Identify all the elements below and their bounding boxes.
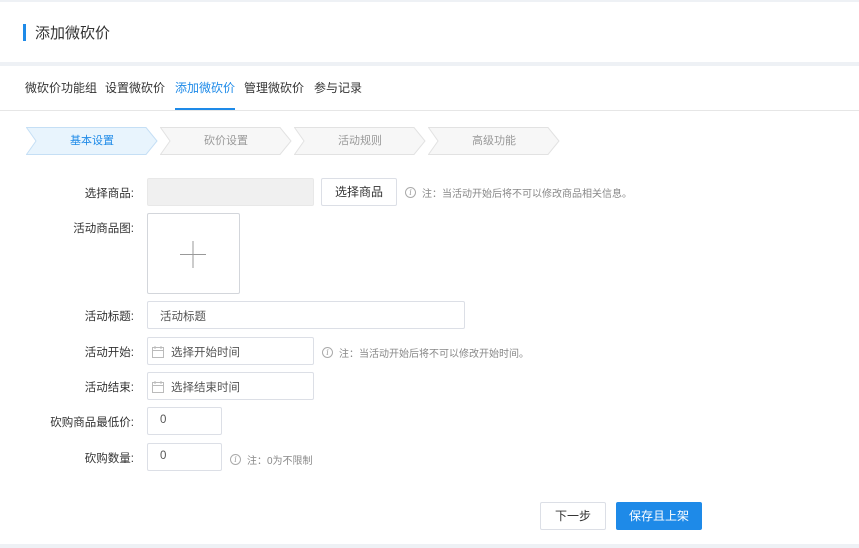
start-label: 活动开始: (84, 347, 134, 359)
quantity-hint-text: 注：0为不限制 (247, 456, 313, 467)
info-icon: i (230, 454, 241, 465)
end-placeholder: 选择结束时间 (171, 382, 240, 394)
product-label: 选择商品: (84, 188, 134, 200)
next-step-button[interactable]: 下一步 (540, 502, 606, 530)
main-panel: 微砍价功能组 设置微砍价 添加微砍价 管理微砍价 参与记录 基本设置 砍价设置 … (0, 66, 859, 544)
title-label: 活动标题: (84, 311, 134, 323)
step-rules[interactable]: 活动规则 (294, 127, 426, 155)
step-progress: 基本设置 砍价设置 活动规则 高级功能 (26, 127, 566, 155)
calendar-icon (152, 346, 164, 358)
calendar-icon (152, 381, 164, 393)
min-price-input[interactable]: 0 (147, 407, 222, 435)
start-hint: i 注：当活动开始后将不可以修改开始时间。 (322, 345, 529, 360)
tab-records[interactable]: 参与记录 (314, 80, 362, 110)
quantity-hint: i 注：0为不限制 (230, 452, 313, 467)
info-icon: i (322, 347, 333, 358)
step-advanced[interactable]: 高级功能 (428, 127, 560, 155)
start-date-input[interactable]: 选择开始时间 (147, 337, 314, 365)
step-label: 高级功能 (472, 135, 516, 147)
product-field[interactable] (147, 178, 314, 206)
info-icon: i (405, 187, 416, 198)
product-hint-text: 注：当活动开始后将不可以修改商品相关信息。 (422, 189, 632, 200)
quantity-input[interactable]: 0 (147, 443, 222, 471)
tab-manage[interactable]: 管理微砍价 (244, 80, 304, 110)
quantity-label: 砍购数量: (84, 453, 134, 465)
tab-bar: 微砍价功能组 设置微砍价 添加微砍价 管理微砍价 参与记录 (0, 66, 859, 111)
product-hint: i 注：当活动开始后将不可以修改商品相关信息。 (405, 185, 632, 200)
step-label: 基本设置 (70, 135, 114, 147)
title-input[interactable]: 活动标题 (147, 301, 465, 329)
end-label: 活动结束: (84, 382, 134, 394)
tab-feature-group[interactable]: 微砍价功能组 (25, 80, 97, 110)
image-upload[interactable] (147, 213, 240, 294)
min-price-label: 砍购商品最低价: (50, 417, 134, 429)
min-price-value: 0 (160, 414, 167, 426)
end-date-input[interactable]: 选择结束时间 (147, 372, 314, 400)
tab-settings[interactable]: 设置微砍价 (105, 80, 165, 110)
step-bargain[interactable]: 砍价设置 (160, 127, 292, 155)
step-label: 砍价设置 (204, 135, 248, 147)
page-title: 添加微砍价 (35, 25, 111, 42)
step-label: 活动规则 (338, 135, 382, 147)
select-product-button[interactable]: 选择商品 (321, 178, 397, 206)
header-panel: 添加微砍价 (0, 2, 859, 62)
plus-icon (180, 241, 206, 268)
start-placeholder: 选择开始时间 (171, 347, 240, 359)
step-basic[interactable]: 基本设置 (26, 127, 158, 155)
start-hint-text: 注：当活动开始后将不可以修改开始时间。 (339, 349, 529, 360)
save-publish-button[interactable]: 保存且上架 (616, 502, 702, 530)
title-placeholder: 活动标题 (160, 311, 206, 323)
tab-add[interactable]: 添加微砍价 (175, 80, 236, 110)
quantity-value: 0 (160, 450, 167, 462)
title-accent-bar (23, 24, 26, 41)
image-label: 活动商品图: (73, 223, 134, 235)
